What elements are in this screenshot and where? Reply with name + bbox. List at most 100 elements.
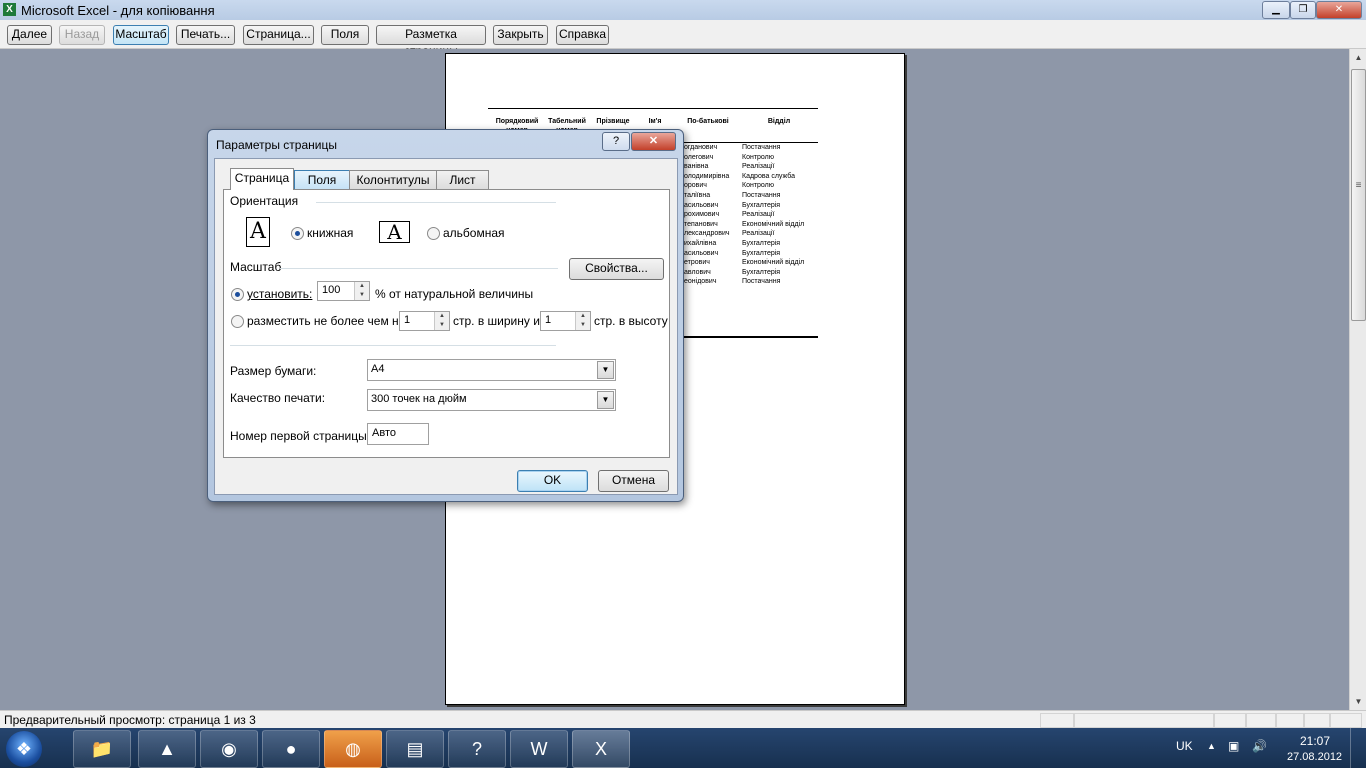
next-button[interactable]: Далее: [7, 25, 52, 45]
network-icon[interactable]: ▣: [1228, 739, 1239, 753]
landscape-label[interactable]: альбомная: [443, 226, 505, 240]
page-setup-button[interactable]: Страница...: [243, 25, 314, 45]
patronymic-cell: асильович: [684, 249, 719, 257]
close-icon: ✕: [648, 135, 659, 147]
patronymic-cell: еонідович: [684, 278, 717, 286]
zoom-button[interactable]: Масштаб: [113, 25, 169, 45]
adjust-to-label[interactable]: установить:: [247, 287, 312, 301]
paper-size-label: Размер бумаги:: [230, 364, 317, 378]
ok-button[interactable]: OK: [517, 470, 588, 492]
spin-up-icon[interactable]: ▲: [355, 282, 369, 291]
spin-down-icon[interactable]: ▼: [435, 321, 449, 330]
clock-time[interactable]: 21:07: [1300, 734, 1330, 748]
clock-date[interactable]: 27.08.2012: [1287, 751, 1342, 763]
adjust-to-radio[interactable]: [231, 288, 244, 301]
tab-sheet[interactable]: Лист: [436, 170, 489, 189]
page-break-preview-button[interactable]: Разметка страницы: [376, 25, 486, 58]
properties-button[interactable]: Свойства...: [569, 258, 664, 280]
fit-to-label[interactable]: разместить не более чем на:: [247, 314, 409, 328]
status-segment: [1304, 713, 1330, 728]
volume-icon[interactable]: 🔊: [1252, 739, 1267, 753]
back-button[interactable]: Назад: [59, 25, 105, 45]
print-button[interactable]: Печать...: [176, 25, 235, 45]
word-icon: W: [530, 739, 548, 759]
scroll-grip-icon: ≡: [1355, 180, 1362, 191]
taskbar-app-aimp[interactable]: ▲: [138, 730, 196, 768]
fit-wide-value: 1: [404, 314, 411, 326]
patronymic-cell: авлович: [684, 268, 711, 276]
scroll-down-arrow-icon[interactable]: ▼: [1350, 693, 1366, 710]
taskbar-app-winrar[interactable]: ▤: [386, 730, 444, 768]
chevron-down-icon[interactable]: ▼: [597, 361, 614, 379]
tab-margins[interactable]: Поля: [294, 170, 350, 189]
margins-button[interactable]: Поля: [321, 25, 369, 45]
taskbar-app-chrome[interactable]: ◉: [200, 730, 258, 768]
spin-down-icon[interactable]: ▼: [576, 321, 590, 330]
scroll-up-arrow-icon[interactable]: ▲: [1350, 49, 1366, 66]
fit-wide-stepper[interactable]: 1 ▲ ▼: [399, 311, 450, 331]
scale-percent-stepper[interactable]: 100 ▲ ▼: [317, 281, 370, 301]
show-desktop-button[interactable]: [1350, 728, 1366, 768]
taskbar-app-explorer[interactable]: 📁: [73, 730, 131, 768]
taskbar-app-firefox[interactable]: ◍: [324, 730, 382, 768]
header-cell: Відділ: [767, 118, 791, 125]
fit-to-radio[interactable]: [231, 315, 244, 328]
close-window-button[interactable]: ✕: [1316, 1, 1362, 19]
header-cell: Ім'я: [648, 118, 662, 125]
spin-down-icon[interactable]: ▼: [355, 291, 369, 300]
portrait-radio[interactable]: [291, 227, 304, 240]
dialog-close-button[interactable]: ✕: [631, 132, 676, 151]
status-text: Предварительный просмотр: страница 1 из …: [4, 713, 256, 727]
chrome-icon: ◉: [221, 739, 237, 759]
status-segment: [1276, 713, 1304, 728]
print-quality-value: 300 точек на дюйм: [371, 393, 467, 405]
minimize-button[interactable]: ▁: [1262, 1, 1290, 19]
department-cell: Постачання: [742, 278, 781, 286]
help-button[interactable]: Справка: [556, 25, 609, 45]
restore-button[interactable]: ❐: [1290, 1, 1316, 19]
stepper-arrows[interactable]: ▲ ▼: [434, 312, 449, 330]
print-quality-select[interactable]: 300 точек на дюйм ▼: [367, 389, 616, 411]
paint-icon: ●: [285, 739, 297, 759]
landscape-radio[interactable]: [427, 227, 440, 240]
department-cell: Бухгалтерія: [742, 239, 781, 247]
patronymic-cell: ихайлівна: [684, 239, 717, 247]
start-button[interactable]: ❖: [6, 731, 42, 767]
department-cell: Постачання: [742, 144, 781, 151]
portrait-label[interactable]: книжная: [307, 226, 353, 240]
dialog-help-button[interactable]: ?: [602, 132, 630, 151]
explorer-icon: 📁: [90, 739, 114, 759]
close-icon: ✕: [1334, 4, 1344, 15]
window-title: Microsoft Excel - для копіювання: [21, 3, 215, 18]
scroll-thumb[interactable]: ≡: [1351, 69, 1366, 321]
window-titlebar: X Microsoft Excel - для копіювання ▁ ❐ ✕: [0, 0, 1366, 20]
fit-tall-stepper[interactable]: 1 ▲ ▼: [540, 311, 591, 331]
cancel-button[interactable]: Отмена: [598, 470, 669, 492]
taskbar-app-excel[interactable]: X: [572, 730, 630, 768]
vertical-scrollbar[interactable]: ▲ ≡ ▼: [1349, 49, 1366, 710]
stepper-arrows[interactable]: ▲ ▼: [575, 312, 590, 330]
tab-header-footer[interactable]: Колонтитулы: [349, 170, 437, 189]
tray-expand-arrow-icon[interactable]: ▲: [1207, 741, 1216, 751]
chevron-down-icon[interactable]: ▼: [597, 391, 614, 409]
language-indicator[interactable]: UK: [1176, 739, 1193, 753]
status-segment: [1074, 713, 1214, 728]
stepper-arrows[interactable]: ▲ ▼: [354, 282, 369, 300]
paper-size-select[interactable]: A4 ▼: [367, 359, 616, 381]
taskbar-app-word[interactable]: W: [510, 730, 568, 768]
tab-page[interactable]: Страница: [230, 168, 294, 190]
first-page-number-label: Номер первой страницы:: [230, 429, 371, 443]
spin-up-icon[interactable]: ▲: [435, 312, 449, 321]
taskbar-app-help[interactable]: ?: [448, 730, 506, 768]
winrar-icon: ▤: [406, 739, 424, 759]
orientation-heading: Ориентация: [230, 194, 299, 208]
scale-percent-value: 100: [322, 284, 341, 296]
fit-wide-suffix-label: стр. в ширину и: [453, 314, 540, 328]
section-divider: [316, 202, 556, 203]
department-cell: Реалізації: [742, 163, 775, 171]
taskbar-app-paint[interactable]: ●: [262, 730, 320, 768]
patronymic-cell: орович: [684, 182, 707, 190]
spin-up-icon[interactable]: ▲: [576, 312, 590, 321]
close-preview-button[interactable]: Закрыть: [493, 25, 548, 45]
first-page-number-input[interactable]: Авто: [367, 423, 429, 445]
